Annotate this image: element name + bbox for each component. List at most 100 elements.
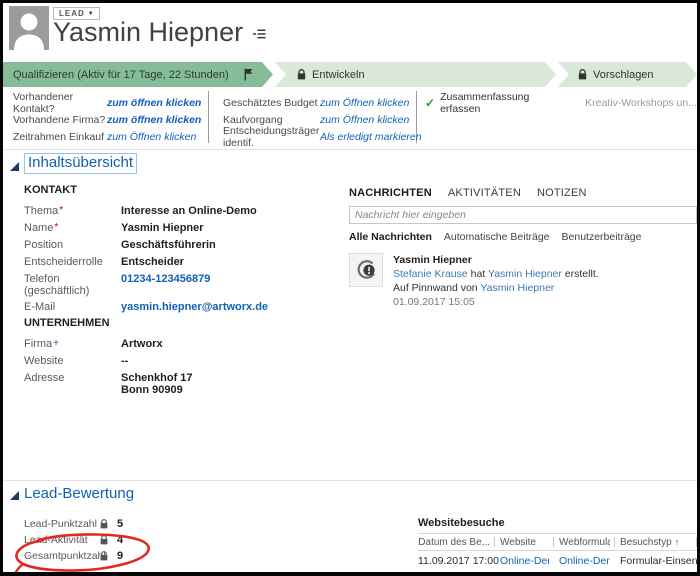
cell-webform-link[interactable]: Online-Demo D... (554, 555, 610, 567)
filter-benutzerbeitraege[interactable]: Benutzerbeiträge (562, 231, 642, 243)
column-header-datum[interactable]: Datum des Be... (418, 537, 490, 548)
form-switcher-icon[interactable] (252, 27, 266, 45)
website-visits-grid: Websitebesuche Datum des Be... Website W… (418, 517, 697, 570)
process-step: Vorhandene Firma? zum öffnen klicken (13, 111, 208, 128)
grid-row[interactable]: 11.09.2017 17:00 Online-Demo D... Online… (418, 551, 697, 570)
section-collapse-icon (10, 162, 19, 171)
stage-vorschlagen[interactable]: Vorschlagen (558, 62, 697, 87)
phone-link[interactable]: 01234-123456879 (121, 273, 210, 297)
score-field: Lead-Aktivität 4 (24, 532, 123, 548)
section-header-inhaltsuebersicht[interactable]: Inhaltsübersicht (10, 153, 138, 174)
score-field-gesamtpunktzahl: Gesamtpunktzahl 9 (24, 548, 123, 564)
field-value: 5 (117, 518, 124, 530)
step-label: Vorhandener Kontakt? (13, 90, 74, 115)
field-value[interactable]: Artworx (121, 338, 163, 351)
social-tabs: NACHRICHTEN AKTIVITÄTEN NOTIZEN (349, 187, 697, 199)
record-avatar (9, 6, 49, 50)
email-link[interactable]: yasmin.hiepner@artworx.de (121, 301, 268, 314)
lock-icon (100, 519, 108, 529)
company-group: UNTERNEHMEN Firma+ Artworx Website -- Ad… (24, 317, 346, 400)
stage-label: Entwickeln (312, 68, 365, 81)
step-value-link[interactable]: zum öffnen klicken (107, 114, 201, 126)
tab-aktivitaeten[interactable]: AKTIVITÄTEN (448, 187, 521, 199)
process-step: Zeitrahmen Einkauf zum Öffnen klicken (13, 128, 208, 145)
social-pane: NACHRICHTEN AKTIVITÄTEN NOTIZEN Alle Nac… (349, 187, 697, 309)
step-label: Entscheidungsträger identif. (223, 124, 320, 149)
column-header-webformular[interactable]: Webformular (554, 537, 610, 548)
step-value-link[interactable]: zum öffnen klicken (107, 97, 201, 109)
group-heading: UNTERNEHMEN (24, 317, 110, 329)
post-timestamp: 01.09.2017 15:05 (393, 295, 475, 308)
field-label: Thema* (24, 205, 64, 217)
post-message-input[interactable] (349, 206, 697, 224)
feed-post: Yasmin Hiepner Stefanie Krause hat Yasmi… (349, 253, 697, 309)
sort-ascending-icon: ↑ (674, 536, 680, 547)
form-field: Adresse Schenkhof 17 Bonn 90909 (24, 372, 346, 396)
form-field: Position Geschäftsführerin (24, 239, 346, 252)
lock-icon (578, 69, 587, 80)
section-title: Lead-Bewertung (24, 485, 135, 502)
score-field: Lead-Punktzahl 5 (24, 516, 123, 532)
post-line1: Stefanie Krause hat Yasmin Hiepner erste… (393, 267, 599, 280)
step-value-link[interactable]: zum Öffnen klicken (320, 114, 409, 126)
grid-header-row: Datum des Be... Website Webformular Besu… (418, 534, 697, 551)
lock-icon (100, 551, 108, 561)
field-label: Position (24, 239, 64, 251)
process-steps-col3: ✓ Zusammenfassung erfassen Kreativ-Works… (417, 91, 697, 143)
process-step: Geschätztes Budget zum Öffnen klicken (223, 94, 416, 111)
process-steps: Vorhandener Kontakt? zum öffnen klicken … (3, 91, 697, 149)
column-header-website[interactable]: Website (495, 537, 549, 548)
required-marker: * (59, 205, 64, 216)
filter-automatische-beitraege[interactable]: Automatische Beiträge (444, 231, 550, 243)
business-process-flow: Qualifizieren (Aktiv für 17 Tage, 22 Stu… (3, 62, 697, 87)
tab-notizen[interactable]: NOTIZEN (537, 187, 587, 199)
field-value: 4 (117, 534, 124, 546)
section-divider (3, 149, 697, 150)
cell-website-link[interactable]: Online-Demo D... (495, 555, 549, 567)
form-field: Telefon (geschäftlich) 01234-123456879 (24, 273, 346, 297)
form-field: Entscheiderrolle Entscheider (24, 256, 346, 269)
step-label: Zeitrahmen Einkauf (13, 130, 105, 143)
section-collapse-icon (10, 491, 19, 500)
tab-nachrichten[interactable]: NACHRICHTEN (349, 187, 432, 199)
form-field: Name* Yasmin Hiepner (24, 222, 346, 235)
user-link[interactable]: Stefanie Krause (393, 268, 468, 280)
step-label: Vorhandene Firma? (13, 113, 106, 126)
step-label[interactable]: Zusammenfassung erfassen (440, 91, 566, 115)
record-link[interactable]: Yasmin Hiepner (480, 282, 554, 294)
feed-post-body: Yasmin Hiepner Stefanie Krause hat Yasmi… (393, 253, 599, 309)
cell-visit-type: Formular-Einsen... (620, 554, 697, 567)
process-steps-col1: Vorhandener Kontakt? zum öffnen klicken … (3, 91, 209, 143)
address-value[interactable]: Schenkhof 17 Bonn 90909 (121, 372, 193, 396)
lock-icon (297, 69, 306, 80)
flag-icon (243, 68, 253, 81)
person-icon (14, 13, 44, 50)
field-value[interactable]: Geschäftsführerin (121, 239, 216, 252)
group-heading: KONTAKT (24, 184, 77, 196)
section-header-lead-bewertung[interactable]: Lead-Bewertung (10, 485, 134, 503)
record-link[interactable]: Yasmin Hiepner (488, 268, 562, 280)
crm-lead-form: LEAD ▼ Yasmin Hiepner Qualifizieren (Akt… (0, 0, 700, 576)
field-value[interactable]: Interesse an Online-Demo (121, 205, 257, 218)
required-marker: * (54, 222, 59, 233)
field-value[interactable]: -- (121, 355, 128, 368)
column-separator (696, 537, 697, 547)
field-value[interactable]: Entscheider (121, 256, 184, 269)
stage-qualifizieren[interactable]: Qualifizieren (Aktiv für 17 Tage, 22 Stu… (3, 62, 273, 87)
step-value-link[interactable]: Als erledigt markieren (320, 131, 422, 143)
stage-entwickeln[interactable]: Entwickeln (275, 62, 556, 87)
filter-alle-nachrichten[interactable]: Alle Nachrichten (349, 231, 432, 243)
field-value[interactable]: Yasmin Hiepner (121, 222, 204, 235)
column-header-besuchstyp[interactable]: Besuchstyp ↑ (615, 537, 692, 548)
form-field: Website -- (24, 355, 346, 368)
field-label: Gesamtpunktzahl (24, 550, 106, 562)
step-value-link[interactable]: zum Öffnen klicken (320, 97, 409, 109)
lock-icon (100, 535, 108, 545)
step-label: Geschätztes Budget (223, 96, 318, 109)
process-step: Entscheidungsträger identif. Als erledig… (223, 125, 422, 149)
field-label: Lead-Aktivität (24, 534, 88, 546)
field-label: Name* (24, 222, 59, 234)
field-label: E-Mail (24, 301, 56, 313)
step-value-link[interactable]: zum Öffnen klicken (107, 131, 196, 143)
subgrid-title: Websitebesuche (418, 517, 697, 534)
